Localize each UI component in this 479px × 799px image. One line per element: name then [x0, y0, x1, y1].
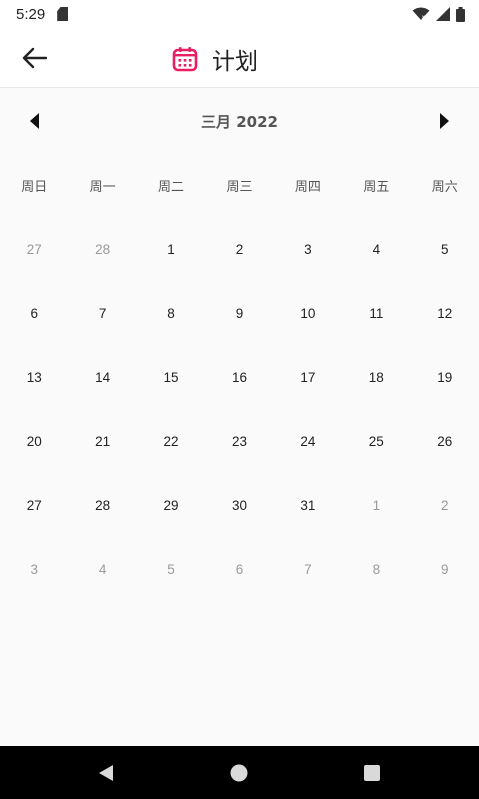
day-cell-other-month[interactable]: 9: [411, 537, 479, 601]
weekday-header: 周日 周一 周二 周三 周四 周五 周六: [0, 176, 479, 196]
svg-text:x: x: [422, 14, 426, 21]
day-cell[interactable]: 22: [137, 409, 205, 473]
day-cell[interactable]: 1: [137, 217, 205, 281]
day-cell[interactable]: 15: [137, 345, 205, 409]
week-row: 6 7 8 9 10 11 12: [0, 281, 479, 345]
week-row: 20 21 22 23 24 25 26: [0, 409, 479, 473]
calendar-grid: 27 28 1 2 3 4 5 6 7 8 9 10 11 12 13 14 15 16 17 18 19 20 21 22 2…: [0, 217, 479, 601]
day-cell[interactable]: 12: [411, 281, 479, 345]
day-cell-other-month[interactable]: 1: [342, 473, 410, 537]
day-cell[interactable]: 30: [205, 473, 273, 537]
day-cell-other-month[interactable]: 4: [68, 537, 136, 601]
calendar-icon: [172, 47, 198, 72]
day-cell[interactable]: 19: [411, 345, 479, 409]
nav-recents-button[interactable]: [361, 762, 383, 784]
nav-recents-icon: [364, 765, 380, 781]
nav-back-button[interactable]: [95, 762, 117, 784]
week-row: 13 14 15 16 17 18 19: [0, 345, 479, 409]
day-cell[interactable]: 29: [137, 473, 205, 537]
day-cell-other-month[interactable]: 3: [0, 537, 68, 601]
nav-home-icon: [230, 764, 248, 782]
status-bar: 5:29 x: [0, 0, 479, 28]
next-month-button[interactable]: [431, 108, 457, 134]
status-icons: x: [412, 6, 465, 22]
weekday-sun: 周日: [21, 180, 48, 195]
triangle-right-icon: [440, 113, 449, 129]
signal-icon: [436, 7, 450, 21]
day-cell[interactable]: 28: [68, 473, 136, 537]
day-cell[interactable]: 24: [274, 409, 342, 473]
wifi-icon: x: [412, 7, 430, 21]
day-cell[interactable]: 4: [342, 217, 410, 281]
battery-icon: [456, 6, 465, 22]
app-bar: 计划: [0, 28, 479, 88]
weekday-fri: 周五: [363, 180, 390, 195]
day-cell[interactable]: 11: [342, 281, 410, 345]
day-cell-other-month[interactable]: 6: [205, 537, 273, 601]
week-row: 27 28 1 2 3 4 5: [0, 217, 479, 281]
day-cell[interactable]: 8: [137, 281, 205, 345]
month-header: 三月 2022: [0, 104, 479, 138]
page-title: 计划: [212, 49, 258, 75]
day-cell[interactable]: 10: [274, 281, 342, 345]
day-cell[interactable]: 26: [411, 409, 479, 473]
day-cell-other-month[interactable]: 2: [411, 473, 479, 537]
title-group: 计划: [172, 42, 258, 76]
day-cell[interactable]: 17: [274, 345, 342, 409]
system-nav-bar: [0, 746, 479, 799]
status-time: 5:29: [16, 5, 46, 23]
back-button[interactable]: [14, 39, 54, 77]
day-cell[interactable]: 25: [342, 409, 410, 473]
week-row: 3456789: [0, 537, 479, 601]
day-cell[interactable]: 2: [205, 217, 273, 281]
day-cell-other-month[interactable]: 8: [342, 537, 410, 601]
weekday-wed: 周三: [226, 180, 253, 195]
day-cell[interactable]: 7: [68, 281, 136, 345]
day-cell[interactable]: 23: [205, 409, 273, 473]
day-cell[interactable]: 14: [68, 345, 136, 409]
day-cell[interactable]: 20: [0, 409, 68, 473]
weekday-thu: 周四: [294, 180, 321, 195]
day-cell[interactable]: 21: [68, 409, 136, 473]
day-cell[interactable]: 16: [205, 345, 273, 409]
day-cell-other-month[interactable]: 7: [274, 537, 342, 601]
month-label: 三月 2022: [201, 113, 278, 131]
day-cell[interactable]: 27: [0, 473, 68, 537]
day-cell[interactable]: 9: [205, 281, 273, 345]
day-cell[interactable]: 5: [411, 217, 479, 281]
weekday-mon: 周一: [89, 180, 116, 195]
nav-home-button[interactable]: [228, 762, 250, 784]
day-cell[interactable]: 6: [0, 281, 68, 345]
weekday-tue: 周二: [158, 180, 185, 195]
sd-card-icon: [57, 7, 69, 21]
day-cell[interactable]: 31: [274, 473, 342, 537]
day-cell-other-month[interactable]: 5: [137, 537, 205, 601]
nav-back-icon: [99, 765, 113, 781]
day-cell-other-month[interactable]: 28: [68, 217, 136, 281]
day-cell[interactable]: 18: [342, 345, 410, 409]
day-cell-other-month[interactable]: 27: [0, 217, 68, 281]
arrow-left-icon: [22, 47, 47, 69]
weekday-sat: 周六: [431, 180, 458, 195]
week-row: 27 28 29 30 31 1 2: [0, 473, 479, 537]
day-cell[interactable]: 13: [0, 345, 68, 409]
day-cell[interactable]: 3: [274, 217, 342, 281]
